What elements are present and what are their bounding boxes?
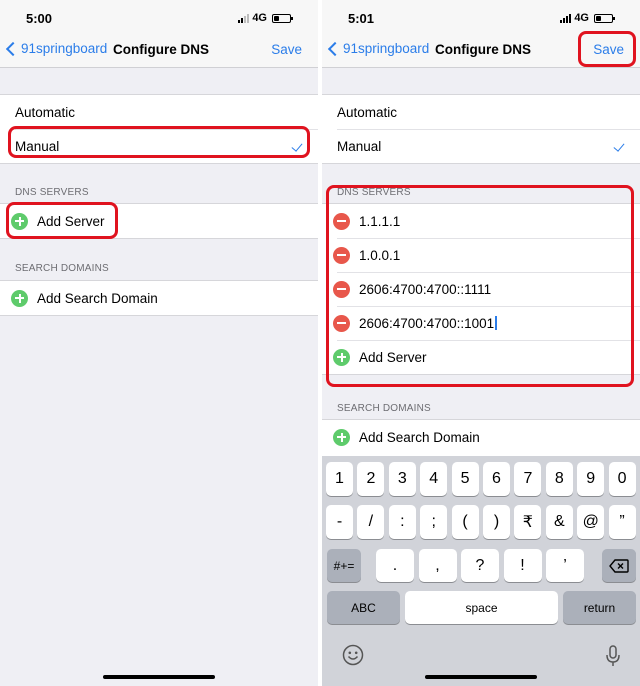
option-label: Manual — [337, 138, 382, 154]
back-button[interactable]: 91springboard — [327, 41, 430, 56]
search-domains-header: SEARCH DOMAINS — [337, 403, 431, 414]
emoji-icon[interactable] — [342, 644, 364, 666]
network-label: 4G — [252, 12, 267, 24]
option-label: Automatic — [337, 104, 398, 120]
chevron-left-icon — [5, 41, 21, 56]
add-search-domain-label: Add Search Domain — [37, 290, 158, 306]
add-icon — [333, 428, 350, 446]
space-key[interactable]: space — [405, 591, 558, 624]
status-time: 5:00 — [26, 11, 53, 26]
keyboard-key[interactable]: ( — [451, 505, 479, 539]
add-search-domain-label: Add Search Domain — [359, 429, 480, 445]
keyboard-key[interactable]: ? — [461, 549, 499, 582]
return-key[interactable]: return — [563, 591, 636, 624]
keyboard-key[interactable]: 0 — [608, 462, 636, 496]
network-label: 4G — [574, 12, 589, 24]
add-search-domain-row[interactable]: Add Search Domain — [322, 420, 640, 454]
keyboard-key[interactable]: ) — [483, 505, 510, 539]
highlight-box-dns-servers — [326, 185, 634, 387]
keyboard-key[interactable]: 8 — [545, 462, 573, 496]
battery-icon — [272, 13, 293, 23]
delete-key[interactable] — [602, 549, 636, 582]
search-domains-group: Add Search Domain — [322, 419, 640, 457]
highlight-box-add-server — [6, 202, 118, 239]
back-label: 91springboard — [21, 41, 108, 56]
keyboard-key[interactable]: , — [418, 549, 457, 582]
keyboard-key[interactable]: ’ — [546, 549, 584, 582]
left-screenshot: 5:00 4G 91springboard Configure DNS Save… — [0, 0, 318, 686]
option-label: Automatic — [15, 104, 76, 120]
option-manual[interactable]: Manual — [322, 129, 640, 163]
page-title: Configure DNS — [113, 42, 209, 57]
keyboard-key[interactable]: ; — [420, 505, 448, 539]
keyboard-key[interactable]: - — [326, 505, 353, 539]
numeric-keyboard: 1234567890 - /:;() ₹ & @” #+= .,?!’ ABC spac… — [322, 456, 640, 686]
backspace-icon — [609, 558, 629, 573]
microphone-icon[interactable] — [605, 644, 621, 668]
page-title: Configure DNS — [435, 42, 531, 57]
more-symbols-key[interactable]: #+= — [327, 549, 361, 582]
keyboard-key[interactable]: ” — [608, 505, 636, 539]
signal-icon — [238, 13, 250, 23]
signal-icon — [560, 13, 572, 23]
dns-mode-group: Automatic Manual — [322, 94, 640, 164]
option-automatic[interactable]: Automatic — [0, 95, 318, 129]
home-indicator — [103, 675, 215, 679]
option-automatic[interactable]: Automatic — [322, 95, 640, 129]
abc-key[interactable]: ABC — [327, 591, 400, 624]
keyboard-key[interactable]: 4 — [420, 462, 448, 496]
status-time: 5:01 — [348, 11, 375, 26]
keyboard-key[interactable]: & — [545, 505, 573, 539]
search-domains-header: SEARCH DOMAINS — [15, 263, 109, 274]
keyboard-key[interactable]: ! — [503, 549, 542, 582]
highlight-box-manual — [8, 126, 310, 158]
add-icon — [11, 289, 28, 307]
keyboard-key[interactable]: @ — [577, 505, 605, 539]
save-button[interactable]: Save — [271, 42, 302, 57]
chevron-left-icon — [327, 41, 343, 56]
keyboard-key[interactable]: : — [388, 505, 416, 539]
keyboard-key[interactable]: 3 — [388, 462, 416, 496]
back-label: 91springboard — [343, 41, 430, 56]
battery-icon — [594, 13, 615, 23]
keyboard-key[interactable]: 9 — [577, 462, 605, 496]
keyboard-key[interactable]: 6 — [483, 462, 510, 496]
add-search-domain-row[interactable]: Add Search Domain — [0, 281, 318, 315]
keyboard-key[interactable]: / — [357, 505, 385, 539]
status-indicators: 4G — [238, 12, 293, 24]
status-bar: 5:00 4G — [0, 0, 318, 36]
search-domains-group: Add Search Domain — [0, 280, 318, 316]
dns-servers-header: DNS SERVERS — [15, 187, 89, 198]
checkmark-icon — [613, 140, 625, 152]
highlight-box-save — [578, 31, 636, 67]
home-indicator — [425, 675, 537, 679]
back-button[interactable]: 91springboard — [5, 41, 108, 56]
right-screenshot: 5:01 4G 91springboard Configure DNS Save… — [322, 0, 640, 686]
keyboard-key[interactable]: ₹ — [514, 505, 542, 539]
status-indicators: 4G — [560, 12, 615, 24]
keyboard-key[interactable]: 5 — [451, 462, 479, 496]
keyboard-key[interactable]: 2 — [357, 462, 385, 496]
keyboard-key[interactable]: 1 — [326, 462, 353, 496]
nav-bar: 91springboard Configure DNS Save — [0, 36, 318, 68]
keyboard-key[interactable]: 7 — [514, 462, 542, 496]
keyboard-key[interactable]: . — [376, 549, 414, 582]
